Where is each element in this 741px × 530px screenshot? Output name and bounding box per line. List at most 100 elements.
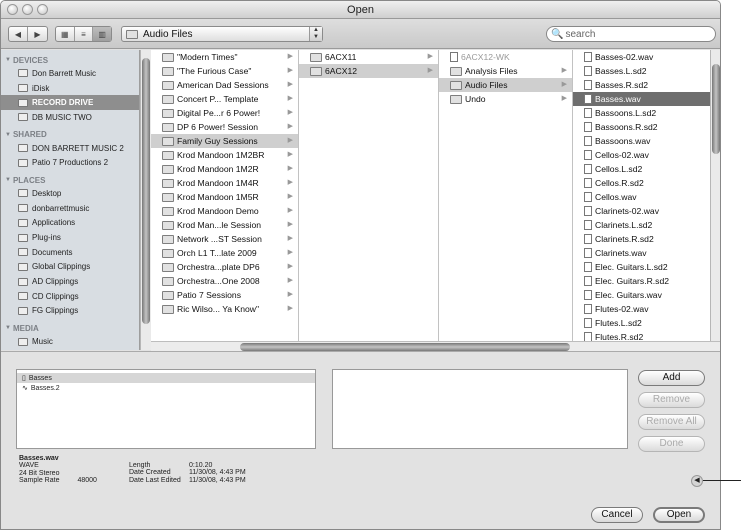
sidebar-section-header[interactable]: ▼ DEVICES bbox=[1, 50, 139, 66]
sidebar-item[interactable]: donbarrettmusic bbox=[1, 201, 139, 216]
sidebar-item[interactable]: RECORD DRIVE bbox=[1, 95, 139, 111]
file-row[interactable]: Cellos.wav bbox=[573, 190, 710, 204]
folder-row[interactable]: Krod Mandoon 1M2R ▶ bbox=[151, 162, 298, 176]
folder-row[interactable]: Concert P... Template ▶ bbox=[151, 92, 298, 106]
file-row[interactable]: Flutes-02.wav bbox=[573, 302, 710, 316]
icon-view-icon[interactable]: ▦ bbox=[56, 27, 75, 41]
folder-row[interactable]: Digital Pe...r 6 Power! ▶ bbox=[151, 106, 298, 120]
file-row[interactable]: Clarinets.wav bbox=[573, 246, 710, 260]
sidebar-item[interactable]: Music bbox=[1, 334, 139, 349]
file-row[interactable]: Clarinets.L.sd2 bbox=[573, 218, 710, 232]
file-row[interactable]: Clarinets-02.wav bbox=[573, 204, 710, 218]
remove-button[interactable]: Remove bbox=[638, 392, 705, 408]
add-button[interactable]: Add bbox=[638, 370, 705, 386]
cancel-button[interactable]: Cancel bbox=[591, 507, 643, 523]
remove-all-button[interactable]: Remove All bbox=[638, 414, 705, 430]
sidebar-item[interactable]: Patio 7 Productions 2 bbox=[1, 155, 139, 170]
folder-row[interactable]: Ric Wilso... Ya Know" ▶ bbox=[151, 302, 298, 316]
folder-row[interactable]: Patio 7 Sessions ▶ bbox=[151, 288, 298, 302]
sidebar-item[interactable]: Don Barrett Music bbox=[1, 66, 139, 81]
search-field[interactable]: 🔍 search bbox=[546, 26, 716, 42]
folder-row[interactable]: Undo ▶ bbox=[439, 92, 572, 106]
file-row[interactable]: Bassoons.wav bbox=[573, 134, 710, 148]
file-row[interactable]: Basses.wav bbox=[573, 92, 710, 106]
folder-row[interactable]: Krod Mandoon 1M5R ▶ bbox=[151, 190, 298, 204]
folder-row[interactable]: 6ACX12-WK bbox=[439, 50, 572, 64]
horizontal-scrollbar[interactable] bbox=[151, 341, 720, 351]
sidebar-item[interactable]: AD Clippings bbox=[1, 274, 139, 289]
folder-row[interactable]: "Modern Times" ▶ bbox=[151, 50, 298, 64]
sidebar-item[interactable]: Plug-ins bbox=[1, 230, 139, 245]
sidebar-item-label: AD Clippings bbox=[32, 277, 79, 287]
file-row[interactable]: Cellos.R.sd2 bbox=[573, 176, 710, 190]
folder-row[interactable]: 6ACX11 ▶ bbox=[299, 50, 438, 64]
item-label: Digital Pe...r 6 Power! bbox=[177, 108, 261, 118]
folder-row[interactable]: Family Guy Sessions ▶ bbox=[151, 134, 298, 148]
sidebar-item[interactable]: Documents bbox=[1, 245, 139, 260]
column-view-icon[interactable]: ▥ bbox=[93, 27, 112, 41]
list-view-icon[interactable]: ≡ bbox=[75, 27, 94, 41]
path-popup[interactable]: Audio Files ▲ ▼ bbox=[121, 26, 323, 42]
sidebar-item[interactable]: CD Clippings bbox=[1, 289, 139, 304]
sidebar-item[interactable]: Desktop bbox=[1, 186, 139, 201]
sidebar-item[interactable]: DB MUSIC TWO bbox=[1, 110, 139, 125]
title-bar[interactable]: Open bbox=[1, 1, 720, 19]
file-row[interactable]: Basses-02.wav bbox=[573, 50, 710, 64]
file-row[interactable]: Basses.R.sd2 bbox=[573, 78, 710, 92]
sidebar-scrollbar[interactable] bbox=[140, 50, 151, 350]
folder-row[interactable]: Krod Man...le Session ▶ bbox=[151, 218, 298, 232]
file-row[interactable]: Elec. Guitars.R.sd2 bbox=[573, 274, 710, 288]
disc-icon bbox=[18, 277, 28, 286]
sidebar-item[interactable]: Applications bbox=[1, 216, 139, 231]
sidebar-item[interactable]: Global Clippings bbox=[1, 260, 139, 275]
files-column-scrollbar[interactable] bbox=[710, 50, 720, 341]
folder-row[interactable]: Analysis Files ▶ bbox=[439, 64, 572, 78]
play-preview-icon[interactable]: ◀ bbox=[691, 475, 703, 487]
item-label: Orchestra...plate DP6 bbox=[177, 262, 260, 272]
file-row[interactable]: Bassoons.L.sd2 bbox=[573, 106, 710, 120]
sidebar-item[interactable]: iDisk bbox=[1, 81, 139, 96]
folder-row[interactable]: Orch L1 T...late 2009 ▶ bbox=[151, 246, 298, 260]
folder-row[interactable]: "The Furious Case" ▶ bbox=[151, 64, 298, 78]
folder-row[interactable]: 6ACX12 ▶ bbox=[299, 64, 438, 78]
file-row[interactable]: Flutes.R.sd2 bbox=[573, 330, 710, 341]
selection-item[interactable]: ▯ Basses bbox=[17, 373, 315, 383]
file-row[interactable]: Cellos.L.sd2 bbox=[573, 162, 710, 176]
disclosure-triangle-icon[interactable]: ▼ bbox=[5, 177, 11, 183]
folder-row[interactable]: Orchestra...One 2008 ▶ bbox=[151, 274, 298, 288]
folder-row[interactable]: Network ...ST Session ▶ bbox=[151, 232, 298, 246]
files-scroll-thumb[interactable] bbox=[712, 64, 720, 154]
back-arrow-icon[interactable]: ◀ bbox=[9, 27, 28, 41]
folder-row[interactable]: American Dad Sessions ▶ bbox=[151, 78, 298, 92]
forward-arrow-icon[interactable]: ▶ bbox=[28, 27, 47, 41]
selection-item[interactable]: ∿ Basses.2 bbox=[17, 383, 315, 393]
done-button[interactable]: Done bbox=[638, 436, 705, 452]
open-button[interactable]: Open bbox=[653, 507, 705, 523]
sidebar-section-header[interactable]: ▼ PLACES bbox=[1, 170, 139, 186]
folder-row[interactable]: Krod Mandoon Demo ▶ bbox=[151, 204, 298, 218]
file-row[interactable]: Elec. Guitars.wav bbox=[573, 288, 710, 302]
disclosure-triangle-icon[interactable]: ▼ bbox=[5, 57, 11, 63]
sidebar-section-header[interactable]: ▼ MEDIA bbox=[1, 318, 139, 334]
disclosure-triangle-icon[interactable]: ▼ bbox=[5, 325, 11, 331]
file-row[interactable]: Basses.L.sd2 bbox=[573, 64, 710, 78]
horizontal-scroll-thumb[interactable] bbox=[240, 343, 570, 351]
file-row[interactable]: Cellos-02.wav bbox=[573, 148, 710, 162]
file-row[interactable]: Flutes.L.sd2 bbox=[573, 316, 710, 330]
sidebar-section-header[interactable]: ▼ SHARED bbox=[1, 125, 139, 141]
sidebar-item[interactable]: FG Clippings bbox=[1, 304, 139, 319]
file-row[interactable]: Elec. Guitars.L.sd2 bbox=[573, 260, 710, 274]
sidebar-item[interactable]: DON BARRETT MUSIC 2 bbox=[1, 141, 139, 156]
folder-row[interactable]: Audio Files ▶ bbox=[439, 78, 572, 92]
disclosure-triangle-icon[interactable]: ▼ bbox=[5, 132, 11, 138]
file-row[interactable]: Bassoons.R.sd2 bbox=[573, 120, 710, 134]
folder-icon bbox=[18, 233, 28, 242]
selected-files-list[interactable]: ▯ Basses ∿ Basses.2 bbox=[16, 369, 316, 449]
sidebar-scroll-thumb[interactable] bbox=[142, 58, 150, 324]
file-row[interactable]: Clarinets.R.sd2 bbox=[573, 232, 710, 246]
sidebar-section-title: SHARED bbox=[12, 130, 47, 140]
folder-row[interactable]: DP 6 Power! Session ▶ bbox=[151, 120, 298, 134]
folder-row[interactable]: Krod Mandoon 1M4R ▶ bbox=[151, 176, 298, 190]
folder-row[interactable]: Orchestra...plate DP6 ▶ bbox=[151, 260, 298, 274]
folder-row[interactable]: Krod Mandoon 1M2BR ▶ bbox=[151, 148, 298, 162]
